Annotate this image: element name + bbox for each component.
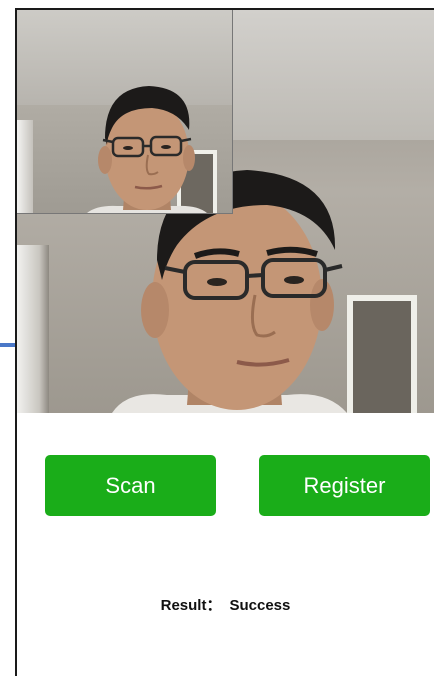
app-screen: Scan Register Result： Success — [0, 0, 434, 676]
result-value: Success — [229, 597, 291, 614]
scan-button[interactable]: Scan — [45, 455, 216, 516]
camera-thumbnail[interactable] — [17, 10, 233, 214]
result-label: Result： — [160, 597, 222, 614]
result-line: Result： Success — [17, 594, 434, 615]
side-marker — [0, 343, 15, 347]
thumbnail-person-figure — [87, 86, 207, 213]
register-button[interactable]: Register — [259, 455, 430, 516]
